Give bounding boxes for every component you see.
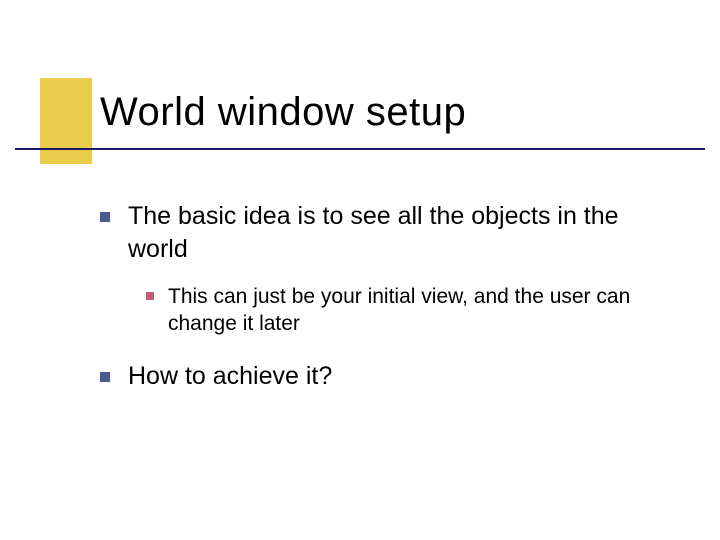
- square-bullet-icon: [146, 292, 154, 300]
- bullet-level1: The basic idea is to see all the objects…: [100, 200, 670, 265]
- title-underline: [15, 148, 705, 150]
- title-accent-box: [40, 78, 92, 164]
- bullet-text: The basic idea is to see all the objects…: [128, 200, 670, 265]
- bullet-level1: How to achieve it?: [100, 360, 670, 393]
- slide-title: World window setup: [100, 90, 466, 135]
- slide: World window setup The basic idea is to …: [0, 0, 720, 540]
- bullet-level2: This can just be your initial view, and …: [146, 283, 670, 338]
- bullet-text: How to achieve it?: [128, 360, 332, 393]
- slide-body: The basic idea is to see all the objects…: [100, 200, 670, 410]
- bullet-text: This can just be your initial view, and …: [168, 283, 670, 338]
- square-bullet-icon: [100, 372, 110, 382]
- square-bullet-icon: [100, 212, 110, 222]
